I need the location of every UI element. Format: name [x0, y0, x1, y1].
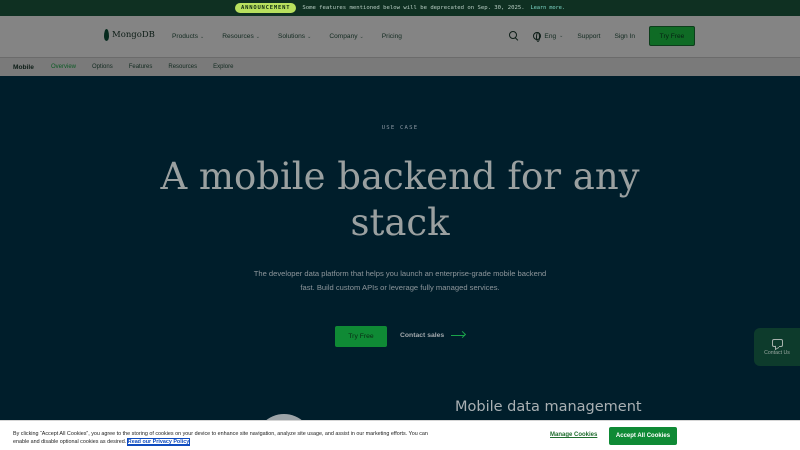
main-nav: Products ⌄ Resources ⌄ Solutions ⌄ Company ⌄…	[172, 33, 402, 40]
support-link[interactable]: Support	[577, 33, 600, 40]
announcement-text: Some features mentioned below will be de…	[302, 5, 525, 11]
subnav-item-options[interactable]: Options	[92, 64, 113, 70]
logo-text: MongoDB	[112, 30, 155, 40]
chevron-down-icon: ⌄	[359, 33, 364, 40]
hero-try-free-button[interactable]: Try Free	[335, 326, 387, 347]
leaf-icon	[104, 29, 109, 41]
hero-section: USE CASE A mobile backend for any stack …	[0, 76, 800, 450]
globe-icon	[533, 32, 542, 42]
subnav-item-explore[interactable]: Explore	[213, 64, 233, 70]
chevron-down-icon: ⌄	[559, 33, 564, 39]
sign-in-link[interactable]: Sign In	[614, 33, 635, 40]
nav-item-company[interactable]: Company ⌄	[329, 33, 363, 40]
privacy-policy-link[interactable]: Read our Privacy Policy	[126, 438, 191, 447]
sub-nav: Mobile Overview Options Features Resourc…	[0, 57, 800, 76]
language-selector[interactable]: Eng ⌄	[533, 32, 564, 42]
hero-subtitle: The developer data platform that helps y…	[253, 269, 547, 292]
arrow-right-icon	[451, 334, 466, 337]
section-title: Mobile data management	[455, 399, 642, 415]
subnav-item-features[interactable]: Features	[129, 64, 153, 70]
nav-item-products[interactable]: Products ⌄	[172, 33, 204, 40]
mongodb-logo[interactable]: MongoDB	[104, 29, 155, 41]
nav-item-resources[interactable]: Resources ⌄	[222, 33, 260, 40]
cookie-banner: By clicking “Accept All Cookies”, you ag…	[0, 420, 800, 450]
announcement-badge: ANNOUNCEMENT	[235, 3, 297, 13]
manage-cookies-button[interactable]: Manage Cookies	[550, 432, 597, 438]
hero-title: A mobile backend for any stack	[160, 155, 640, 244]
subnav-items: Overview Options Features Resources Expl…	[51, 64, 233, 70]
contact-us-label: Contact Us	[764, 349, 790, 356]
header-actions: Eng ⌄ Support Sign In Try Free	[509, 26, 695, 46]
contact-us-tab[interactable]: Contact Us	[754, 328, 800, 366]
header-try-free-button[interactable]: Try Free	[649, 26, 695, 46]
accept-all-cookies-button[interactable]: Accept All Cookies	[609, 427, 677, 445]
nav-item-pricing[interactable]: Pricing	[382, 33, 402, 40]
announcement-bar: ANNOUNCEMENT Some features mentioned bel…	[0, 0, 800, 16]
site-header: MongoDB Products ⌄ Resources ⌄ Solutions ⌄ …	[0, 16, 800, 57]
cookie-text: By clicking “Accept All Cookies”, you ag…	[13, 431, 428, 447]
search-icon[interactable]	[509, 31, 519, 41]
announcement-link[interactable]: Learn more.	[531, 5, 565, 11]
contact-sales-link[interactable]: Contact sales	[400, 332, 466, 339]
chevron-down-icon: ⌄	[200, 33, 205, 40]
hero-eyebrow: USE CASE	[381, 125, 419, 131]
nav-item-solutions[interactable]: Solutions ⌄	[278, 33, 311, 40]
chevron-down-icon: ⌄	[307, 33, 312, 40]
subnav-title[interactable]: Mobile	[13, 64, 34, 71]
chat-icon	[771, 338, 783, 347]
subnav-item-overview[interactable]: Overview	[51, 64, 76, 70]
chevron-down-icon: ⌄	[255, 33, 260, 40]
subnav-item-resources[interactable]: Resources	[168, 64, 197, 70]
